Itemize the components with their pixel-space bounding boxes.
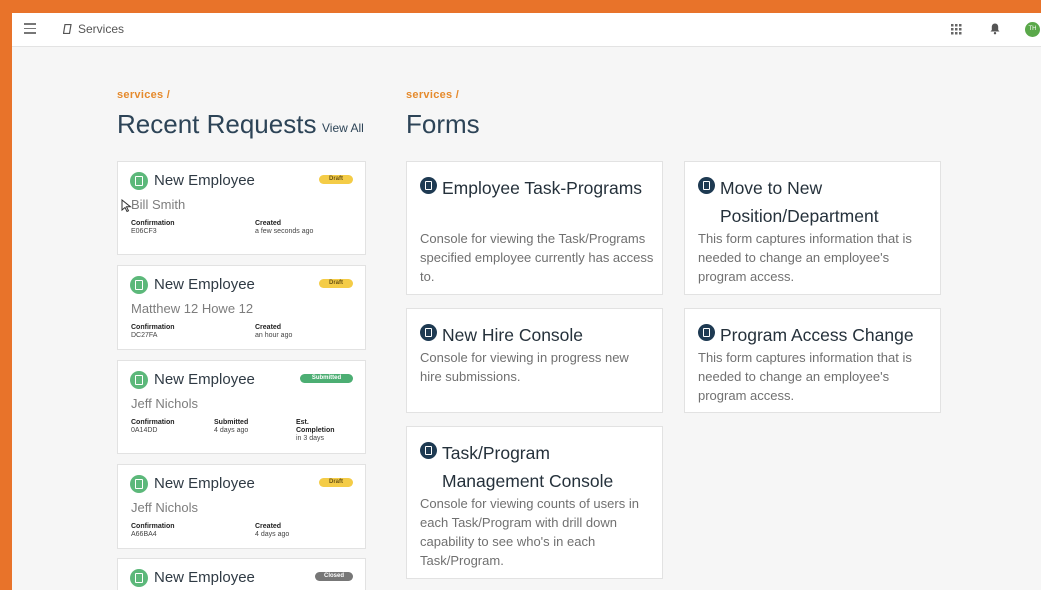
- bell-icon[interactable]: [990, 23, 1000, 35]
- status-badge: Submitted: [300, 374, 353, 383]
- status-badge: Draft: [319, 279, 353, 288]
- recent-requests-title: Recent Requests: [117, 109, 317, 139]
- form-card-move-position[interactable]: Move to New Position/Department This for…: [684, 161, 941, 295]
- request-employee-name: Jeff Nichols: [131, 500, 198, 515]
- form-description: Console for viewing in progress new hire…: [420, 350, 629, 384]
- grid-apps-icon[interactable]: [951, 24, 962, 35]
- form-description: Console for viewing counts of users in e…: [420, 496, 639, 568]
- request-card[interactable]: New Employee Draft Matthew 12 Howe 12 Co…: [117, 265, 366, 350]
- request-icon: [130, 276, 148, 294]
- request-meta: Submitted 4 days ago: [214, 419, 249, 434]
- request-employee-name: Jeff Nichols: [131, 396, 198, 411]
- form-icon: [698, 177, 715, 194]
- form-card-new-hire-console[interactable]: New Hire Console Console for viewing in …: [406, 308, 663, 413]
- request-meta: Created an hour ago: [255, 324, 293, 339]
- request-meta: Est. Completion in 3 days: [296, 419, 335, 442]
- request-icon: [130, 371, 148, 389]
- status-badge: Draft: [319, 175, 353, 184]
- form-icon: [420, 324, 437, 341]
- request-title: New Employee: [154, 475, 255, 492]
- request-card[interactable]: New Employee Closed: [117, 558, 366, 590]
- request-title: New Employee: [154, 371, 255, 388]
- form-card-program-access-change[interactable]: Program Access Change This form captures…: [684, 308, 941, 413]
- request-card[interactable]: New Employee Submitted Jeff Nichols Conf…: [117, 360, 366, 454]
- form-description: This form captures information that is n…: [698, 350, 912, 403]
- request-icon: [130, 475, 148, 493]
- avatar[interactable]: TH: [1025, 22, 1040, 37]
- form-title: Employee Task-Programs: [442, 178, 643, 198]
- request-card[interactable]: New Employee Draft Bill Smith Confirmati…: [117, 161, 366, 255]
- request-meta: Confirmation DC27FA: [131, 324, 175, 339]
- request-title: New Employee: [154, 276, 255, 293]
- request-employee-name: Bill Smith: [131, 197, 186, 212]
- form-card-employee-task-programs[interactable]: Employee Task-Programs Console for viewi…: [406, 161, 663, 295]
- form-icon: [420, 177, 437, 194]
- request-meta: Confirmation E06CF3: [131, 220, 175, 235]
- request-icon: [130, 172, 148, 190]
- request-meta: Created a few seconds ago: [255, 220, 314, 235]
- form-icon: [698, 324, 715, 341]
- view-all-link[interactable]: View All: [322, 121, 364, 135]
- form-title: Program Access Change: [720, 325, 914, 345]
- form-title: New Hire Console: [442, 325, 584, 345]
- request-meta: Confirmation 0A14DD: [131, 419, 175, 434]
- status-badge: Closed: [315, 572, 353, 581]
- document-icon: [63, 24, 72, 34]
- form-title: Move to New Position/Department: [720, 178, 879, 226]
- form-icon: [420, 442, 437, 459]
- request-meta: Created 4 days ago: [255, 523, 290, 538]
- forms-title: Forms: [406, 109, 480, 139]
- forms-breadcrumb[interactable]: services /: [406, 89, 459, 101]
- request-meta: Confirmation A66BA4: [131, 523, 175, 538]
- request-employee-name: Matthew 12 Howe 12: [131, 301, 254, 316]
- breadcrumb-services[interactable]: Services: [78, 22, 124, 36]
- form-title: Task/Program Management Console: [442, 443, 614, 491]
- request-card[interactable]: New Employee Draft Jeff Nichols Confirma…: [117, 464, 366, 549]
- mouse-cursor-icon: [121, 199, 132, 213]
- recent-breadcrumb[interactable]: services /: [117, 89, 170, 101]
- form-description: This form captures information that is n…: [698, 231, 912, 284]
- app-window: Services TH services / Recent Requests V…: [12, 13, 1041, 590]
- request-title: New Employee: [154, 172, 255, 189]
- form-card-task-program-management[interactable]: Task/Program Management Console Console …: [406, 426, 663, 579]
- request-icon: [130, 569, 148, 587]
- status-badge: Draft: [319, 478, 353, 487]
- request-title: New Employee: [154, 569, 255, 586]
- hamburger-menu-icon[interactable]: [24, 23, 36, 35]
- top-bar: Services TH: [12, 13, 1041, 47]
- form-description: Console for viewing the Task/Programs sp…: [420, 231, 654, 284]
